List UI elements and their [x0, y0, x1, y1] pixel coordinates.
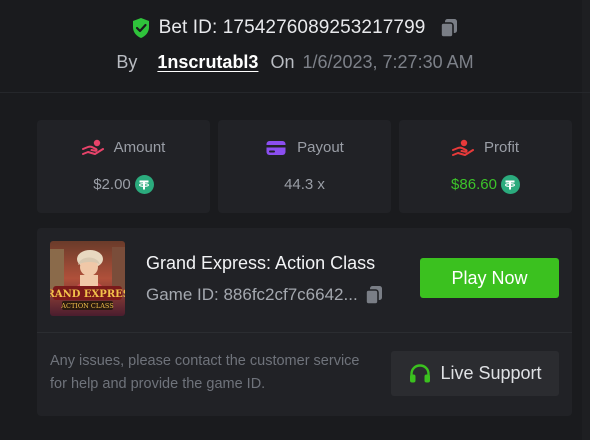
- copy-bet-id-icon[interactable]: [439, 17, 459, 39]
- stat-label: Amount: [113, 139, 166, 156]
- stat-card-payout: Payout 44.3 x: [218, 120, 391, 213]
- bet-meta-row: By 1nscrutabl3 On 1/6/2023, 7:27:30 AM: [0, 50, 590, 74]
- stat-value: $86.60: [451, 175, 520, 195]
- profit-value: $86.60: [451, 176, 497, 193]
- username-link[interactable]: 1nscrutabl3: [157, 52, 258, 73]
- bet-detail-view: Bet ID: 1754276089253217799 By 1nscrutab…: [0, 0, 590, 440]
- headset-icon: [408, 362, 432, 386]
- stat-header: Payout: [265, 139, 344, 157]
- panel-divider: [37, 332, 572, 333]
- amount-hand-icon: [81, 139, 104, 157]
- stat-label: Profit: [483, 139, 519, 156]
- live-support-button[interactable]: Live Support: [391, 351, 559, 396]
- by-label: By: [116, 51, 138, 72]
- amount-value: $2.00: [93, 176, 131, 193]
- stat-value: 44.3 x: [284, 175, 325, 195]
- copy-game-id-icon[interactable]: [364, 284, 384, 306]
- card-icon: [265, 139, 287, 157]
- bet-id: Bet ID: 1754276089253217799: [158, 17, 426, 38]
- live-support-label: Live Support: [440, 363, 542, 383]
- header-divider: [0, 92, 590, 93]
- on-label: On: [270, 51, 295, 72]
- shield-check-icon: [131, 17, 151, 39]
- game-panel: GRAND EXPRESS ACTION CLASS Grand Express…: [37, 228, 572, 416]
- stat-card-amount: Amount $2.00: [37, 120, 210, 213]
- game-thumbnail-art: GRAND EXPRESS ACTION CLASS: [50, 241, 125, 316]
- profit-hand-icon: [451, 139, 474, 157]
- payout-value: 44.3 x: [284, 176, 325, 193]
- stat-card-profit: Profit $86.60: [399, 120, 572, 213]
- support-message: Any issues, please contact the customer …: [50, 353, 360, 392]
- game-id: Game ID: 886fc2cf7c6642...: [146, 285, 358, 304]
- bet-datetime: 1/6/2023, 7:27:30 AM: [302, 51, 474, 72]
- stat-value: $2.00: [93, 175, 154, 195]
- game-id-row: Game ID: 886fc2cf7c6642...: [146, 284, 384, 306]
- play-now-button[interactable]: Play Now: [420, 258, 559, 298]
- bet-id-row: Bet ID: 1754276089253217799: [0, 14, 590, 42]
- stat-label: Payout: [297, 139, 344, 156]
- svg-text:GRAND EXPRESS: GRAND EXPRESS: [50, 289, 125, 300]
- game-title: Grand Express: Action Class: [146, 253, 376, 273]
- tether-icon: [500, 175, 520, 194]
- stat-header: Amount: [81, 139, 166, 157]
- stats-row: Amount $2.00 Payout 44.3 x Profit $86.60: [37, 120, 572, 213]
- stat-header: Profit: [451, 139, 519, 157]
- game-thumbnail[interactable]: GRAND EXPRESS ACTION CLASS: [50, 241, 125, 316]
- tether-icon: [134, 175, 154, 194]
- svg-text:ACTION CLASS: ACTION CLASS: [60, 302, 113, 310]
